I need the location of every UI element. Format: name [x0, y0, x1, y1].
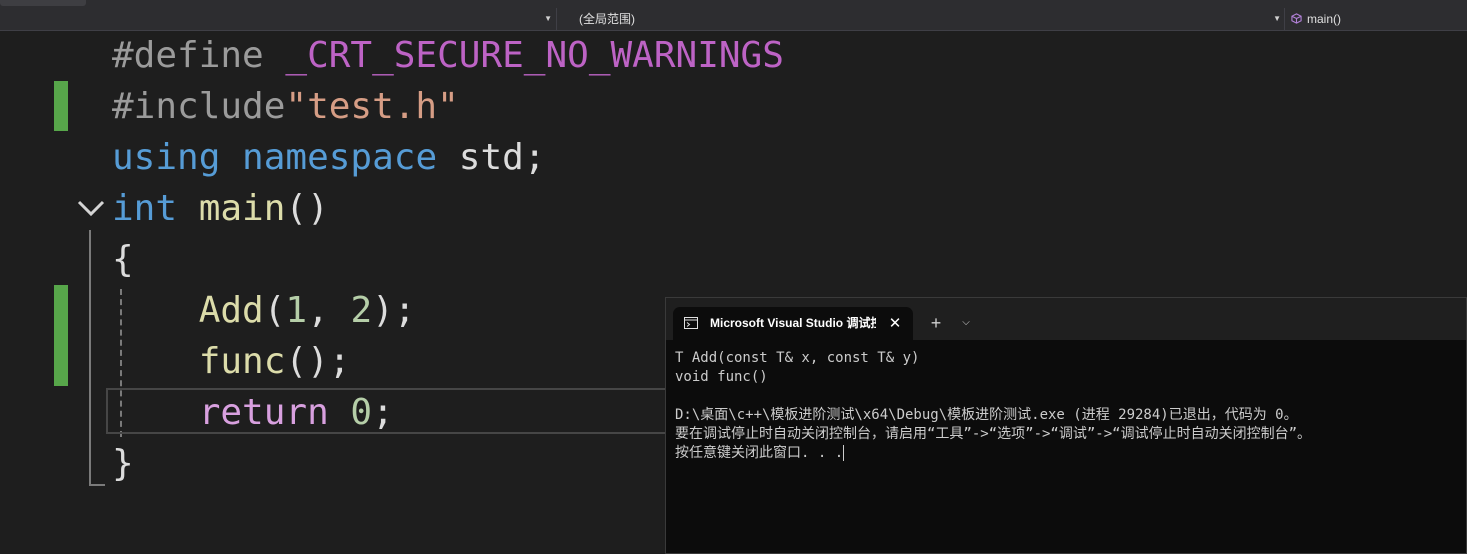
console-line-text: T Add(const T& x, const T& y): [675, 350, 920, 366]
console-line-text: 按任意键关闭此窗口. . .: [675, 445, 844, 461]
code-token: (: [263, 290, 286, 331]
console-tab[interactable]: Microsoft Visual Studio 调试控制台 ✕: [673, 307, 913, 340]
scope-label: (全局范围): [579, 12, 635, 26]
text-cursor: [843, 445, 845, 461]
command-prompt-icon: [684, 317, 698, 329]
navigation-bar: ▼ (全局范围) ▼ main(): [0, 8, 1467, 31]
code-token: "test.h": [285, 86, 459, 127]
outline-guide: [89, 230, 91, 486]
dropdown-arrow-icon: ▼: [1273, 14, 1281, 23]
console-line: 要在调试停止时自动关闭控制台，请启用“工具”->“选项”->“调试”->“调试停…: [675, 425, 1465, 444]
code-line: int main(): [112, 184, 329, 234]
console-window[interactable]: Microsoft Visual Studio 调试控制台 ✕ + ⌵ T Ad…: [665, 297, 1467, 554]
project-dropdown[interactable]: ▼: [0, 8, 556, 30]
console-line: 按任意键关闭此窗口. . .: [675, 444, 1465, 463]
code-token: );: [372, 290, 416, 331]
code-token: #define: [112, 35, 286, 76]
code-line: #include"test.h": [112, 82, 459, 132]
code-line: using namespace std;: [112, 133, 546, 183]
code-token: ();: [285, 341, 351, 382]
code-token: ,: [307, 290, 351, 331]
code-token: 0: [350, 392, 373, 433]
console-title: Microsoft Visual Studio 调试控制台: [710, 316, 876, 330]
function-dropdown[interactable]: main(): [1284, 8, 1467, 30]
code-token: {: [112, 239, 134, 280]
console-line: D:\桌面\c++\模板进阶测试\x64\Debug\模板进阶测试.exe (进…: [675, 406, 1465, 425]
console-titlebar: Microsoft Visual Studio 调试控制台 ✕ + ⌵: [666, 298, 1466, 340]
dropdown-arrow-icon: ▼: [544, 14, 552, 23]
code-line: return 0;: [112, 388, 394, 438]
console-line: void func(): [675, 368, 1465, 387]
code-token: Add: [198, 290, 264, 331]
code-token: using: [112, 137, 243, 178]
document-tab[interactable]: [0, 0, 86, 6]
code-token: }: [112, 443, 134, 484]
code-line: {: [112, 235, 134, 285]
code-token: return: [198, 392, 351, 433]
chevron-down-icon[interactable]: ⌵: [956, 310, 976, 336]
function-label: main(): [1307, 12, 1342, 26]
code-token: #include: [112, 86, 286, 127]
code-token: std;: [458, 137, 546, 178]
code-line: }: [112, 439, 134, 489]
code-token: int: [112, 188, 199, 229]
console-line-text: D:\桌面\c++\模板进阶测试\x64\Debug\模板进阶测试.exe (进…: [675, 407, 1298, 423]
chevron-down-icon[interactable]: [76, 194, 106, 222]
code-token: _CRT_SECURE_NO_WARNINGS: [285, 35, 784, 76]
console-output[interactable]: T Add(const T& x, const T& y) void func()…: [675, 349, 1465, 463]
code-token: ;: [372, 392, 394, 433]
plus-icon[interactable]: +: [924, 310, 948, 336]
outline-guide: [89, 484, 105, 486]
code-token: func: [198, 341, 286, 382]
code-line: Add(1, 2);: [112, 286, 416, 336]
change-marker: [54, 81, 68, 131]
code-token: namespace: [242, 137, 459, 178]
close-icon[interactable]: ✕: [885, 307, 905, 340]
console-line: T Add(const T& x, const T& y): [675, 349, 1465, 368]
code-token: main: [198, 188, 286, 229]
change-marker: [54, 285, 68, 386]
document-tab-strip: [0, 0, 1467, 8]
code-line: func();: [112, 337, 351, 387]
console-line-text: 要在调试停止时自动关闭控制台，请启用“工具”->“选项”->“调试”->“调试停…: [675, 426, 1311, 442]
code-line: #define _CRT_SECURE_NO_WARNINGS: [112, 31, 784, 81]
code-token: (): [285, 188, 329, 229]
console-line-text: void func(): [675, 369, 768, 385]
cube-icon: [1291, 13, 1302, 24]
scope-dropdown[interactable]: (全局范围) ▼: [556, 8, 1285, 30]
code-token: 1: [285, 290, 308, 331]
code-token: 2: [350, 290, 373, 331]
